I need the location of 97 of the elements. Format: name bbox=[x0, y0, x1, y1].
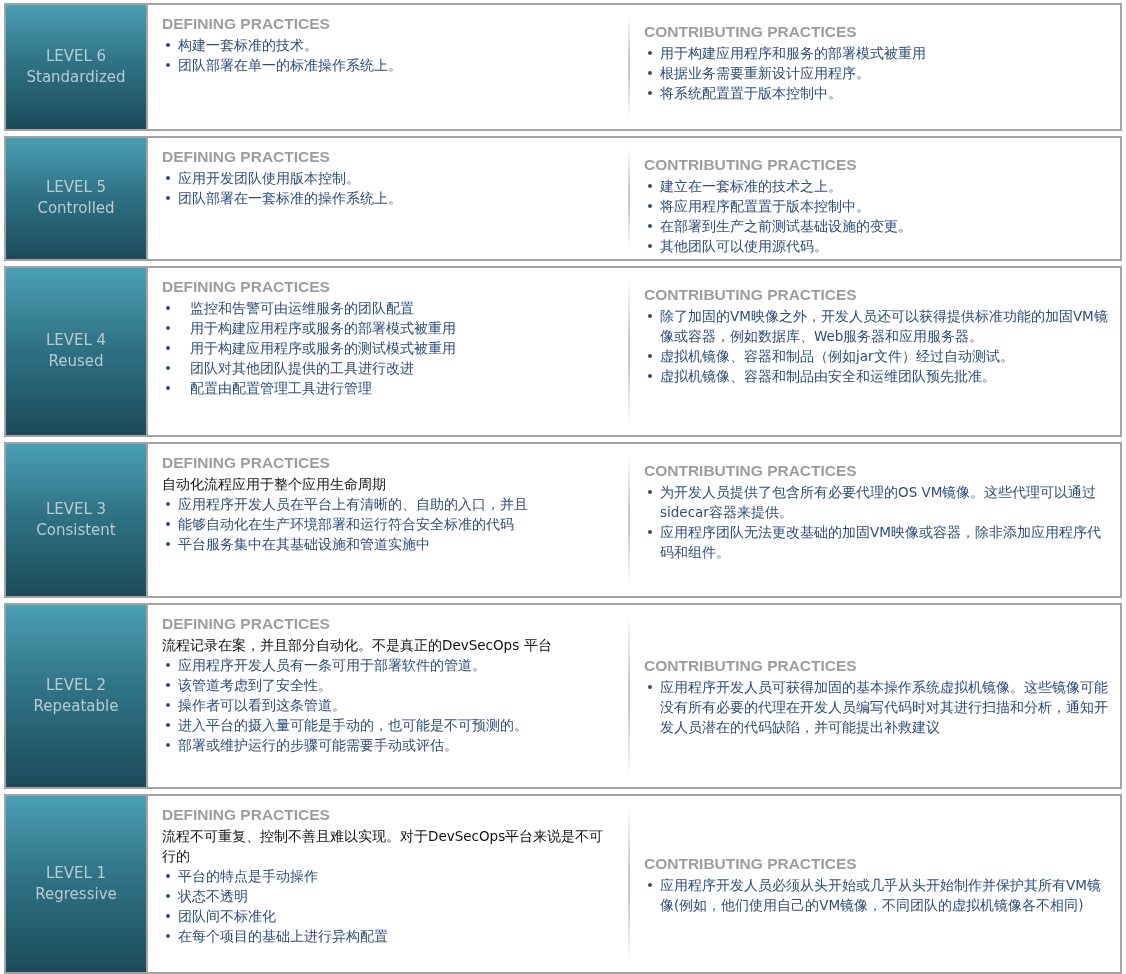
bullet-icon bbox=[166, 195, 170, 200]
bullet-icon bbox=[648, 223, 652, 228]
practice-item: 该管道考虑到了安全性。 bbox=[178, 676, 332, 696]
practice-item: 平台的特点是手动操作 bbox=[178, 867, 318, 887]
bullet-icon bbox=[166, 365, 170, 370]
section-heading: DEFINING PRACTICES bbox=[162, 615, 331, 634]
level-number: LEVEL 4 bbox=[45, 330, 107, 352]
practice-item: 团队间不标准化 bbox=[178, 907, 276, 927]
bullet-icon bbox=[166, 723, 170, 728]
bullet-icon bbox=[648, 883, 652, 888]
section-heading: DEFINING PRACTICES bbox=[162, 147, 331, 166]
practice-item: 配置由配置管理工具进行管理 bbox=[190, 378, 372, 398]
practice-item: 部署或维护运行的步骤可能需要手动或评估。 bbox=[178, 736, 458, 756]
practice-item: 为开发人员提供了包含所有必要代理的OS VM镜像。这些代理可以通过sidecar容器来提供。 bbox=[660, 482, 1098, 522]
bullet-icon bbox=[166, 663, 170, 668]
bullet-icon bbox=[166, 325, 170, 330]
practice-item: 进入平台的摄入量可能是手动的，也可能是不可预测的。 bbox=[178, 716, 528, 736]
bullet-icon bbox=[166, 743, 170, 748]
practice-item: 应用程序开发人员在平台上有清晰的、自助的入口，并且 bbox=[178, 494, 528, 514]
practice-item: 团队部署在一套标准的操作系统上。 bbox=[178, 188, 402, 208]
practice-item: 在部署到生产之前测试基础设施的变更。 bbox=[660, 216, 912, 236]
bullet-icon bbox=[648, 685, 652, 690]
practice-item: 虚拟机镜像、容器和制品（例如jar文件）经过自动测试。 bbox=[660, 346, 1014, 366]
practice-item: 将应用程序配置置于版本控制中。 bbox=[660, 196, 870, 216]
level-number: LEVEL 6 bbox=[45, 45, 107, 67]
summary-text: 自动化流程应用于整个应用生命周期 bbox=[162, 474, 387, 494]
section-heading: DEFINING PRACTICES bbox=[162, 15, 331, 33]
practice-item: 平台服务集中在其基础设施和管道实施中 bbox=[178, 534, 430, 554]
practice-item: 监控和告警可由运维服务的团队配置 bbox=[190, 298, 414, 318]
practice-item: 虚拟机镜像、容器和制品由安全和运维团队预先批准。 bbox=[660, 366, 996, 386]
practice-item: 在每个项目的基础上进行异构配置 bbox=[178, 927, 388, 947]
bullet-icon bbox=[648, 203, 652, 208]
bullet-icon bbox=[166, 683, 170, 688]
bullet-icon bbox=[648, 71, 652, 75]
practice-item: 将系统配置置于版本控制中。 bbox=[660, 84, 842, 103]
practice-item: 应用程序团队无法更改基础的加固VM映像或容器，除非添加应用程序代码和组件。 bbox=[660, 522, 1102, 562]
bullet-icon bbox=[166, 703, 170, 708]
bullet-icon bbox=[166, 43, 170, 47]
practice-item: 用于构建应用程序和服务的部署模式被重用 bbox=[660, 44, 926, 63]
summary-text: 流程不可重复、控制不善且难以实现。对于DevSecOps平台来说是不可行的 bbox=[162, 827, 605, 867]
level-name: Standardized bbox=[26, 66, 126, 88]
practice-item: 根据业务需要重新设计应用程序。 bbox=[660, 64, 870, 83]
practice-item: 用于构建应用程序或服务的测试模式被重用 bbox=[190, 338, 456, 358]
bullet-icon bbox=[166, 914, 170, 919]
level-name: Reused bbox=[48, 351, 104, 373]
level-name: Controlled bbox=[37, 198, 115, 220]
section-heading: CONTRIBUTING PRACTICES bbox=[644, 285, 858, 304]
bullet-icon bbox=[648, 243, 652, 248]
practice-item: 应用开发团队使用版本控制。 bbox=[178, 168, 360, 188]
bullet-icon bbox=[648, 529, 652, 534]
practice-item: 应用程序开发人员有一条可用于部署软件的管道。 bbox=[178, 656, 486, 676]
level-name: Repeatable bbox=[33, 696, 119, 718]
bullet-icon bbox=[648, 373, 652, 378]
level-number: LEVEL 2 bbox=[45, 675, 107, 697]
bullet-icon bbox=[166, 63, 170, 67]
bullet-icon bbox=[166, 385, 170, 390]
bullet-icon bbox=[166, 874, 170, 879]
section-heading: CONTRIBUTING PRACTICES bbox=[644, 855, 858, 874]
bullet-icon bbox=[166, 934, 170, 939]
section-heading: DEFINING PRACTICES bbox=[162, 806, 331, 825]
practice-item: 状态不透明 bbox=[178, 887, 248, 907]
bullet-icon bbox=[648, 91, 652, 95]
section-heading: CONTRIBUTING PRACTICES bbox=[644, 155, 858, 174]
level-number: LEVEL 3 bbox=[45, 499, 107, 521]
bullet-icon bbox=[648, 353, 652, 358]
bullet-icon bbox=[166, 521, 170, 526]
practice-item: 应用程序开发人员必须从头开始或几乎从头开始制作并保护其所有VM镜像(例如，他们使用自己的VM镜像，不同团队的虚拟机镜像各不相同) bbox=[660, 876, 1102, 916]
practice-item: 团队对其他团队提供的工具进行改进 bbox=[190, 358, 414, 378]
section-heading: DEFINING PRACTICES bbox=[162, 453, 331, 472]
section-heading: DEFINING PRACTICES bbox=[162, 277, 331, 296]
bullet-icon bbox=[648, 51, 652, 55]
section-heading: CONTRIBUTING PRACTICES bbox=[644, 657, 858, 676]
bullet-icon bbox=[166, 894, 170, 899]
level-number: LEVEL 1 bbox=[45, 863, 107, 885]
level-name: Consistent bbox=[36, 520, 116, 542]
bullet-icon bbox=[166, 501, 170, 506]
practice-item: 其他团队可以使用源代码。 bbox=[660, 236, 828, 256]
practice-item: 应用程序开发人员可获得加固的基本操作系统虚拟机镜像。这些镜像可能没有所有必要的代理在开发人员编写代码时对其进行扫描和分析，通知开发人员潜在的代码缺陷，并可能提出补救建议 bbox=[660, 678, 1108, 738]
practice-item: 团队部署在单一的标准操作系统上。 bbox=[178, 56, 402, 75]
bullet-icon bbox=[648, 183, 652, 188]
practice-item: 用于构建应用程序或服务的部署模式被重用 bbox=[190, 318, 456, 338]
bullet-icon bbox=[166, 345, 170, 350]
practice-item: 能够自动化在生产环境部署和运行符合安全标准的代码 bbox=[178, 514, 514, 534]
bullet-icon bbox=[166, 175, 170, 180]
bullet-icon bbox=[648, 489, 652, 494]
bullet-icon bbox=[648, 313, 652, 318]
section-heading: CONTRIBUTING PRACTICES bbox=[644, 23, 858, 41]
section-heading: CONTRIBUTING PRACTICES bbox=[644, 461, 858, 480]
practice-item: 建立在一套标准的技术之上。 bbox=[660, 176, 842, 196]
bullet-icon bbox=[166, 541, 170, 546]
level-name: Regressive bbox=[35, 884, 117, 906]
practice-item: 操作者可以看到这条管道。 bbox=[178, 696, 346, 716]
practice-item: 构建一套标准的技术。 bbox=[178, 36, 318, 55]
summary-text: 流程记录在案，并且部分自动化。不是真正的DevSecOps 平台 bbox=[162, 636, 553, 656]
practice-item: 除了加固的VM映像之外，开发人员还可以获得提供标准功能的加固VM镜像或容器，例如数据库、Web服务器和应用服务器。 bbox=[660, 306, 1108, 346]
bullet-icon bbox=[166, 305, 170, 310]
level-number: LEVEL 5 bbox=[45, 177, 107, 199]
